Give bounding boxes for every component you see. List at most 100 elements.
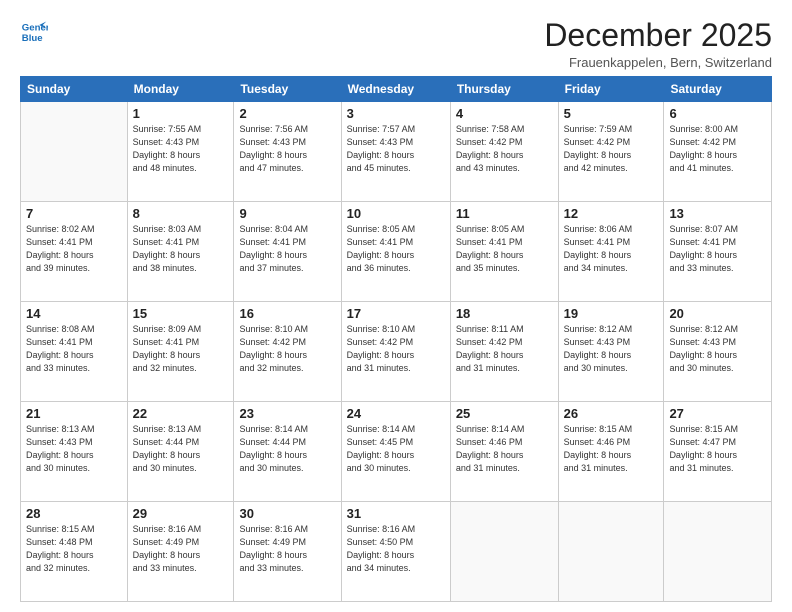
calendar-cell: 25Sunrise: 8:14 AMSunset: 4:46 PMDayligh… [450,402,558,502]
day-number: 9 [239,206,335,221]
svg-text:General: General [22,22,48,33]
col-header-wednesday: Wednesday [341,77,450,102]
day-number: 20 [669,306,766,321]
calendar-cell: 14 Sunrise: 8:08 AMSunset: 4:41 PMDayligh… [21,302,128,402]
day-number: 15 [133,306,229,321]
cell-info: Sunrise: 7:57 AMSunset: 4:43 PMDaylight:… [347,123,445,175]
calendar-cell: 11Sunrise: 8:05 AMSunset: 4:41 PMDayligh… [450,202,558,302]
day-number: 21 [26,406,122,421]
day-number: 5 [564,106,659,121]
cell-info: Sunrise: 8:12 AMSunset: 4:43 PMDaylight:… [669,323,766,375]
cell-info: Sunrise: 8:15 AMSunset: 4:48 PMDaylight:… [26,523,122,575]
cell-info: Sunrise: 8:04 AMSunset: 4:41 PMDaylight:… [239,223,335,275]
day-number: 1 [133,106,229,121]
day-number: 14 [26,306,122,321]
week-row-3: 14 Sunrise: 8:08 AMSunset: 4:41 PMDayligh… [21,302,772,402]
calendar-table: SundayMondayTuesdayWednesdayThursdayFrid… [20,76,772,602]
calendar-cell [450,502,558,602]
logo-icon: General Blue [20,18,48,46]
calendar-cell: 28 Sunrise: 8:15 AMSunset: 4:48 PMDayligh… [21,502,128,602]
calendar-cell: 24 Sunrise: 8:14 AMSunset: 4:45 PMDayligh… [341,402,450,502]
cell-info: Sunrise: 8:08 AMSunset: 4:41 PMDaylight:… [26,323,122,375]
day-number: 17 [347,306,445,321]
cell-info: Sunrise: 8:07 AMSunset: 4:41 PMDaylight:… [669,223,766,275]
col-header-saturday: Saturday [664,77,772,102]
calendar-cell: 23 Sunrise: 8:14 AMSunset: 4:44 PMDayligh… [234,402,341,502]
cell-info: Sunrise: 8:14 AMSunset: 4:46 PMDaylight:… [456,423,553,475]
calendar-cell: 6Sunrise: 8:00 AMSunset: 4:42 PMDaylight… [664,102,772,202]
calendar-cell: 20 Sunrise: 8:12 AMSunset: 4:43 PMDayligh… [664,302,772,402]
cell-info: Sunrise: 8:12 AMSunset: 4:43 PMDaylight:… [564,323,659,375]
calendar-cell: 13 Sunrise: 8:07 AMSunset: 4:41 PMDayligh… [664,202,772,302]
calendar-cell [664,502,772,602]
cell-info: Sunrise: 8:02 AMSunset: 4:41 PMDaylight:… [26,223,122,275]
day-number: 2 [239,106,335,121]
cell-info: Sunrise: 8:03 AMSunset: 4:41 PMDaylight:… [133,223,229,275]
day-number: 18 [456,306,553,321]
calendar-cell [558,502,664,602]
cell-info: Sunrise: 8:14 AMSunset: 4:44 PMDaylight:… [239,423,335,475]
calendar-cell: 5 Sunrise: 7:59 AMSunset: 4:42 PMDaylight… [558,102,664,202]
cell-info: Sunrise: 8:06 AMSunset: 4:41 PMDaylight:… [564,223,659,275]
month-title: December 2025 [544,18,772,53]
week-row-4: 21 Sunrise: 8:13 AMSunset: 4:43 PMDayligh… [21,402,772,502]
header: General Blue December 2025 Frauenkappele… [20,18,772,70]
calendar-page: General Blue December 2025 Frauenkappele… [0,0,792,612]
day-number: 24 [347,406,445,421]
cell-info: Sunrise: 8:10 AMSunset: 4:42 PMDaylight:… [239,323,335,375]
cell-info: Sunrise: 8:15 AMSunset: 4:47 PMDaylight:… [669,423,766,475]
day-number: 19 [564,306,659,321]
day-number: 31 [347,506,445,521]
cell-info: Sunrise: 8:13 AMSunset: 4:44 PMDaylight:… [133,423,229,475]
day-number: 11 [456,206,553,221]
cell-info: Sunrise: 8:15 AMSunset: 4:46 PMDaylight:… [564,423,659,475]
cell-info: Sunrise: 8:00 AMSunset: 4:42 PMDaylight:… [669,123,766,175]
week-row-5: 28 Sunrise: 8:15 AMSunset: 4:48 PMDayligh… [21,502,772,602]
day-number: 30 [239,506,335,521]
day-number: 27 [669,406,766,421]
calendar-cell: 12Sunrise: 8:06 AMSunset: 4:41 PMDayligh… [558,202,664,302]
day-number: 3 [347,106,445,121]
day-number: 29 [133,506,229,521]
calendar-cell: 18 Sunrise: 8:11 AMSunset: 4:42 PMDayligh… [450,302,558,402]
cell-info: Sunrise: 7:58 AMSunset: 4:42 PMDaylight:… [456,123,553,175]
col-header-tuesday: Tuesday [234,77,341,102]
title-block: December 2025 Frauenkappelen, Bern, Swit… [544,18,772,70]
cell-info: Sunrise: 8:11 AMSunset: 4:42 PMDaylight:… [456,323,553,375]
header-row: SundayMondayTuesdayWednesdayThursdayFrid… [21,77,772,102]
col-header-monday: Monday [127,77,234,102]
col-header-friday: Friday [558,77,664,102]
calendar-cell: 31 Sunrise: 8:16 AMSunset: 4:50 PMDayligh… [341,502,450,602]
calendar-cell: 2Sunrise: 7:56 AMSunset: 4:43 PMDaylight… [234,102,341,202]
calendar-cell: 3 Sunrise: 7:57 AMSunset: 4:43 PMDaylight… [341,102,450,202]
calendar-cell: 30Sunrise: 8:16 AMSunset: 4:49 PMDayligh… [234,502,341,602]
calendar-cell: 27 Sunrise: 8:15 AMSunset: 4:47 PMDayligh… [664,402,772,502]
cell-info: Sunrise: 8:16 AMSunset: 4:50 PMDaylight:… [347,523,445,575]
cell-info: Sunrise: 8:10 AMSunset: 4:42 PMDaylight:… [347,323,445,375]
cell-info: Sunrise: 8:14 AMSunset: 4:45 PMDaylight:… [347,423,445,475]
calendar-cell: 15 Sunrise: 8:09 AMSunset: 4:41 PMDayligh… [127,302,234,402]
week-row-2: 7Sunrise: 8:02 AMSunset: 4:41 PMDaylight… [21,202,772,302]
calendar-cell: 4 Sunrise: 7:58 AMSunset: 4:42 PMDaylight… [450,102,558,202]
week-row-1: 1 Sunrise: 7:55 AMSunset: 4:43 PMDaylight… [21,102,772,202]
col-header-sunday: Sunday [21,77,128,102]
cell-info: Sunrise: 8:09 AMSunset: 4:41 PMDaylight:… [133,323,229,375]
calendar-cell: 21 Sunrise: 8:13 AMSunset: 4:43 PMDayligh… [21,402,128,502]
cell-info: Sunrise: 7:59 AMSunset: 4:42 PMDaylight:… [564,123,659,175]
location: Frauenkappelen, Bern, Switzerland [544,55,772,70]
day-number: 13 [669,206,766,221]
day-number: 28 [26,506,122,521]
cell-info: Sunrise: 8:05 AMSunset: 4:41 PMDaylight:… [347,223,445,275]
day-number: 10 [347,206,445,221]
logo: General Blue [20,18,48,46]
day-number: 4 [456,106,553,121]
calendar-cell: 17 Sunrise: 8:10 AMSunset: 4:42 PMDayligh… [341,302,450,402]
cell-info: Sunrise: 7:55 AMSunset: 4:43 PMDaylight:… [133,123,229,175]
cell-info: Sunrise: 8:13 AMSunset: 4:43 PMDaylight:… [26,423,122,475]
day-number: 23 [239,406,335,421]
calendar-cell: 7Sunrise: 8:02 AMSunset: 4:41 PMDaylight… [21,202,128,302]
cell-info: Sunrise: 8:16 AMSunset: 4:49 PMDaylight:… [133,523,229,575]
day-number: 22 [133,406,229,421]
calendar-cell: 26Sunrise: 8:15 AMSunset: 4:46 PMDayligh… [558,402,664,502]
calendar-cell [21,102,128,202]
